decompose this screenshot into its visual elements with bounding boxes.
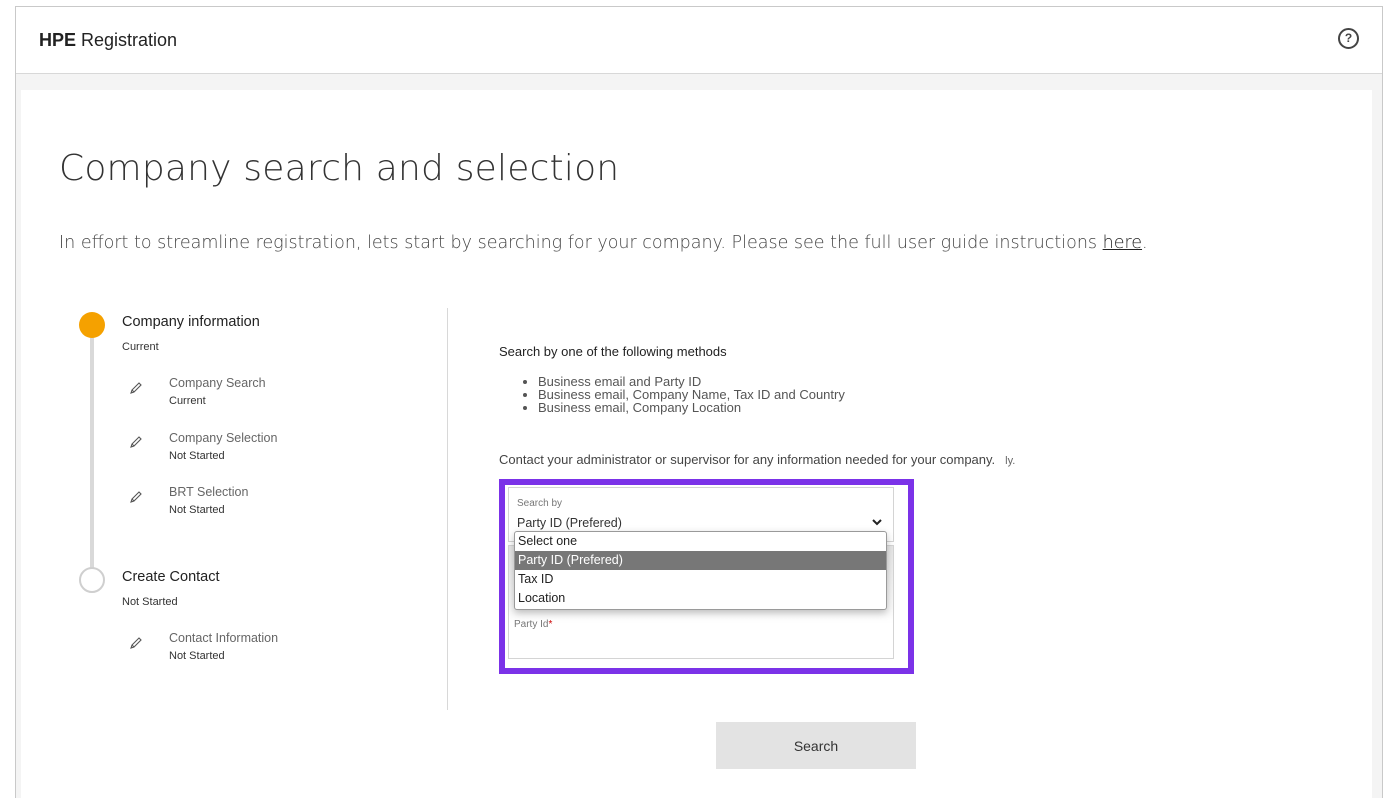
chevron-down-icon <box>872 519 882 526</box>
pencil-icon <box>130 436 142 448</box>
methods-list: Business email and Party ID Business ema… <box>518 375 845 414</box>
step-pending-indicator <box>79 567 105 593</box>
search-by-value: Party ID (Prefered) <box>517 516 622 530</box>
search-by-label: Search by <box>517 498 563 509</box>
methods-title: Search by one of the following methods <box>499 344 727 359</box>
step-status-company-information: Current <box>122 341 159 353</box>
intro-copy: In effort to streamline registration, le… <box>59 233 1103 253</box>
intro-period: . <box>1142 233 1148 253</box>
contact-note-trail: ly. <box>1005 455 1016 467</box>
intro-text: In effort to streamline registration, le… <box>59 233 1148 253</box>
step-current-indicator <box>79 312 105 338</box>
app-header: HPE Registration ? <box>16 7 1382 74</box>
search-by-options: Select one Party ID (Prefered) Tax ID Lo… <box>514 531 887 610</box>
method-item: Business email, Company Location <box>538 401 845 414</box>
option-party-id[interactable]: Party ID (Prefered) <box>515 551 886 570</box>
page-title: Company search and selection <box>59 148 620 189</box>
option-select-one[interactable]: Select one <box>515 532 886 551</box>
help-icon[interactable]: ? <box>1338 28 1359 49</box>
brand-bold: HPE <box>39 30 77 50</box>
stepper-rail <box>90 326 94 582</box>
substep-status: Not Started <box>169 450 225 462</box>
contact-note: Contact your administrator or supervisor… <box>499 452 1015 467</box>
app-brand: HPE Registration <box>39 30 177 51</box>
pencil-icon <box>130 491 142 503</box>
step-status-create-contact: Not Started <box>122 596 178 608</box>
user-guide-link[interactable]: here <box>1103 233 1142 253</box>
substep-label: Company Search <box>169 376 266 390</box>
search-form-highlight: Party Id* Search by Party ID (Prefered) … <box>499 479 914 674</box>
main-card: Company search and selection In effort t… <box>21 90 1372 800</box>
contact-note-text: Contact your administrator or supervisor… <box>499 452 996 467</box>
step-title-create-contact: Create Contact <box>122 569 220 585</box>
pencil-icon <box>130 637 142 649</box>
option-tax-id[interactable]: Tax ID <box>515 570 886 589</box>
substep-label: Contact Information <box>169 631 279 645</box>
option-location[interactable]: Location <box>515 589 886 608</box>
substep-status: Current <box>169 395 206 407</box>
search-button[interactable]: Search <box>716 722 916 769</box>
pencil-icon <box>130 382 142 394</box>
app-frame: HPE Registration ? Company search and se… <box>15 6 1383 800</box>
required-mark: * <box>548 619 553 630</box>
substep-label: Company Selection <box>169 431 278 445</box>
party-id-label-text: Party Id <box>514 619 549 630</box>
vertical-divider <box>447 308 448 710</box>
substep-status: Not Started <box>169 650 225 662</box>
step-title-company-information: Company information <box>122 314 260 330</box>
brand-rest: Registration <box>76 30 178 50</box>
party-id-label: Party Id* <box>514 619 552 630</box>
substep-status: Not Started <box>169 504 225 516</box>
substep-label: BRT Selection <box>169 485 249 499</box>
